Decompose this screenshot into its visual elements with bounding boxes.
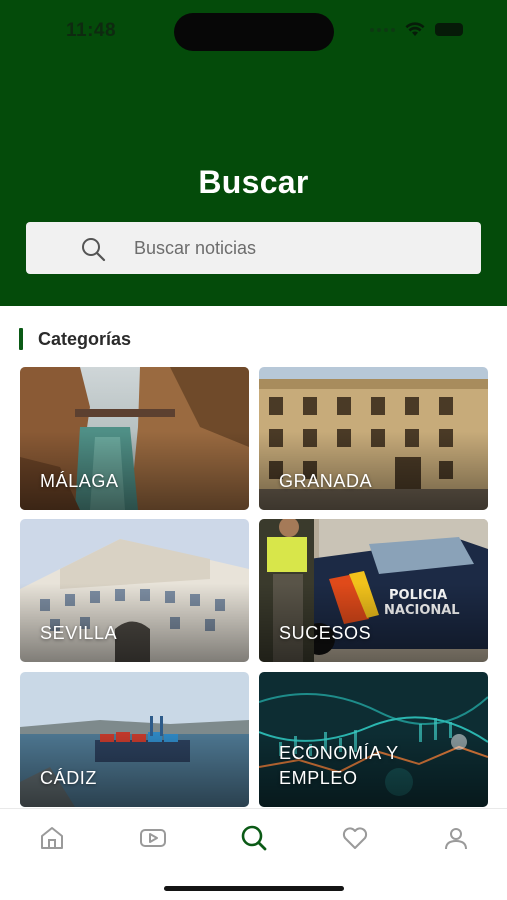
status-bar: 11:48 — [0, 0, 507, 62]
categories-heading: Categorías — [38, 328, 132, 349]
search-icon — [241, 825, 267, 851]
search-icon — [82, 238, 106, 262]
search-bar[interactable] — [26, 222, 481, 274]
category-card-sucesos[interactable]: POLICIA NACIONAL SUCESOS — [259, 519, 488, 662]
category-card-malaga[interactable]: MÁLAGA — [20, 367, 249, 510]
category-card-sevilla[interactable]: SEVILLA — [20, 519, 249, 662]
header: 11:48 Buscar — [0, 0, 507, 306]
nav-home[interactable] — [37, 823, 67, 853]
video-icon — [140, 829, 166, 847]
section-title: Categorías — [19, 328, 131, 350]
home-indicator — [164, 886, 344, 891]
category-card-economia[interactable]: ECONOMÍA Y EMPLEO — [259, 672, 488, 807]
section-accent-bar — [19, 328, 23, 350]
home-icon — [41, 827, 63, 849]
signal-icon — [370, 27, 395, 32]
nav-profile[interactable] — [441, 823, 471, 853]
page-title: Buscar — [198, 164, 309, 200]
heart-icon — [342, 827, 368, 849]
battery-icon — [435, 23, 463, 36]
nav-search[interactable] — [239, 823, 269, 853]
category-label: GRANADA — [279, 471, 373, 491]
status-time: 11:48 — [66, 20, 117, 41]
search-input[interactable] — [134, 222, 464, 274]
dynamic-island — [174, 13, 334, 51]
status-icons — [370, 22, 463, 37]
wifi-icon — [405, 22, 425, 36]
category-label: MÁLAGA — [40, 471, 119, 491]
user-icon — [445, 828, 467, 850]
nav-favorites[interactable] — [340, 823, 370, 853]
category-label: ECONOMÍA Y EMPLEO — [279, 743, 399, 788]
category-label: CÁDIZ — [40, 768, 97, 788]
category-label: SUCESOS — [279, 623, 372, 643]
category-label: SEVILLA — [40, 623, 118, 643]
category-card-cadiz[interactable]: CÁDIZ — [20, 672, 249, 807]
nav-video[interactable] — [138, 823, 168, 853]
category-card-granada[interactable]: GRANADA — [259, 367, 488, 510]
